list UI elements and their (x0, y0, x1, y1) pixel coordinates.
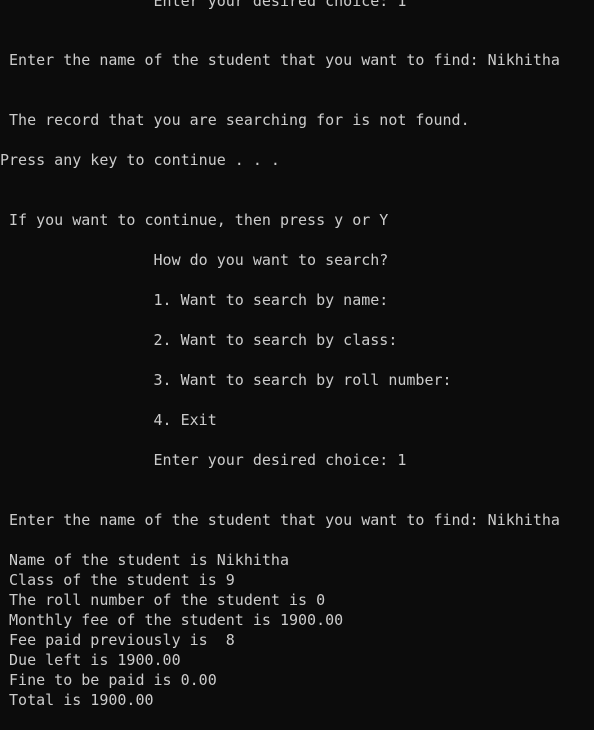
console-line: Enter the name of the student that you w… (0, 51, 560, 69)
console-line: If you want to continue, then press y or… (0, 211, 389, 229)
console-line: Enter your desired choice: 1 (0, 451, 407, 469)
console-line: Class of the student is 9 (0, 571, 235, 589)
console-line: Fee paid previously is 8 (0, 631, 235, 649)
console-line: Total is 1900.00 (0, 691, 154, 709)
console-line: Fine to be paid is 0.00 (0, 671, 217, 689)
console-line: Monthly fee of the student is 1900.00 (0, 611, 344, 629)
console-line: Enter your desired choice: 1 (0, 0, 407, 10)
console-window[interactable]: Enter your desired choice: 1 Enter the n… (0, 0, 594, 730)
console-line: How do you want to search? (0, 251, 389, 269)
console-line: 1. Want to search by name: (0, 291, 389, 309)
console-line: 2. Want to search by class: (0, 331, 398, 349)
console-line: Enter the name of the student that you w… (0, 511, 560, 529)
console-line: 3. Want to search by roll number: (0, 371, 452, 389)
console-line: The roll number of the student is 0 (0, 591, 326, 609)
console-line: 4. Exit (0, 411, 217, 429)
console-line: The record that you are searching for is… (0, 111, 470, 129)
console-line: Due left is 1900.00 (0, 651, 181, 669)
console-line: Name of the student is Nikhitha (0, 551, 289, 569)
console-line: Press any key to continue . . . (0, 151, 280, 169)
